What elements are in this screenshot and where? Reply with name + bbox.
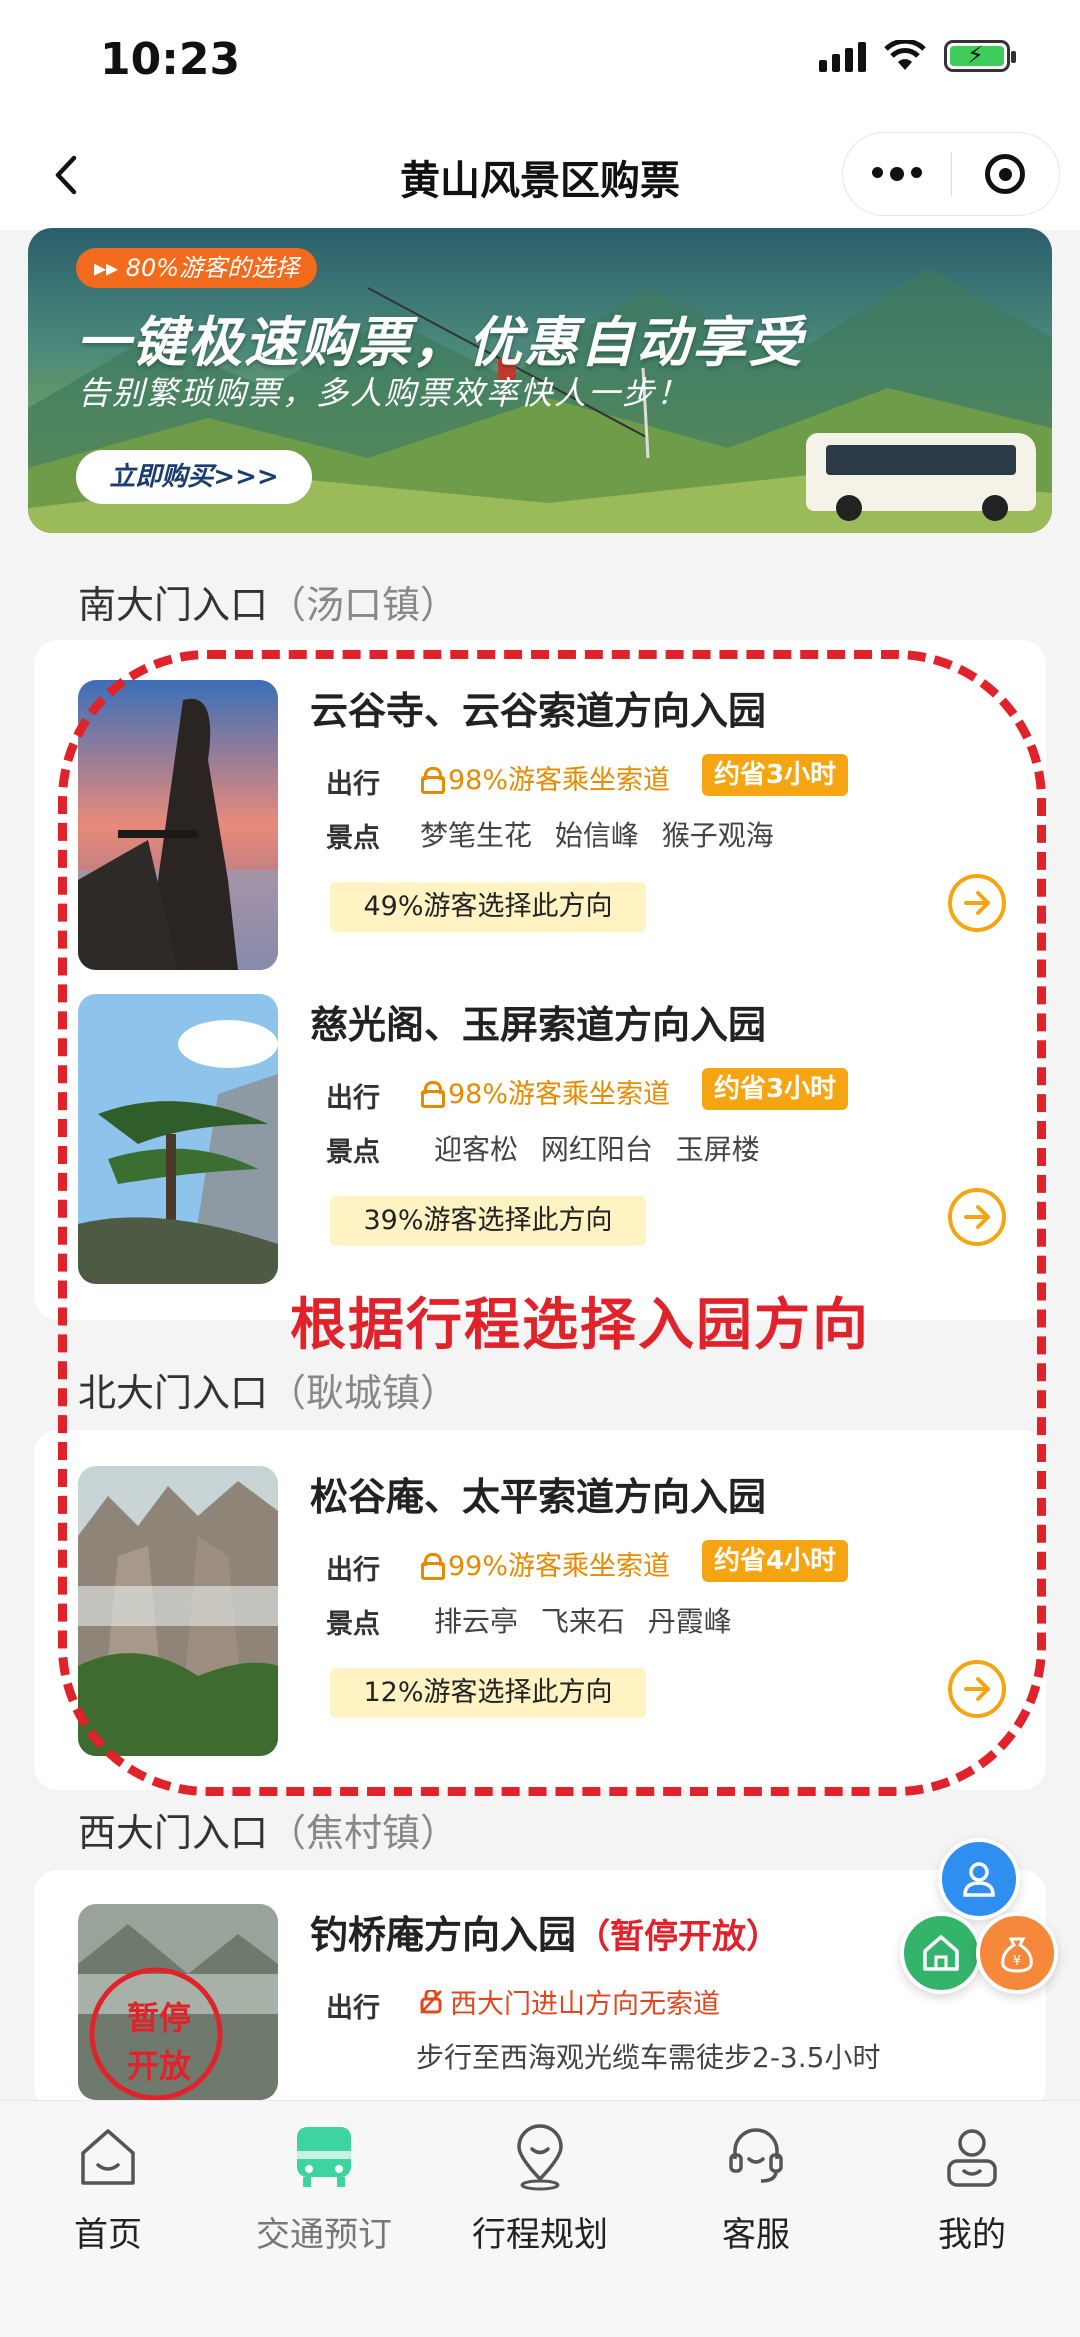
status-icons: ⚡ [819, 40, 1016, 72]
spots-list: 梦笔生花 始信峰 猴子观海 [420, 819, 774, 852]
tab-itinerary[interactable]: 行程规划 [432, 2121, 648, 2256]
travel-label: 出行 [326, 1993, 380, 2024]
close-miniprogram-button[interactable] [951, 132, 1059, 216]
section-town: （耿城镇） [268, 1371, 459, 1415]
svg-text:¥: ¥ [1013, 1954, 1021, 1969]
arrow-right-icon [964, 1205, 990, 1229]
signal-icon [819, 40, 866, 72]
mini-program-capsule [842, 132, 1060, 216]
section-name: 西大门入口 [78, 1811, 269, 1855]
user-icon [947, 2129, 997, 2187]
spots-label: 景点 [326, 823, 380, 854]
home-icon [923, 1935, 959, 1971]
route-thumbnail [78, 994, 278, 1284]
headset-icon [729, 2128, 783, 2183]
route-title: 慈光阁、玉屏索道方向入园 [310, 1003, 767, 1047]
section-name: 南大门入口 [78, 583, 269, 627]
banner-title: 一键极速购票，优惠自动享受 [76, 311, 804, 374]
tab-mine[interactable]: 我的 [864, 2121, 1080, 2256]
cable-car-icon [420, 1080, 445, 1108]
spots-label: 景点 [326, 1609, 380, 1640]
nav-bar: 黄山风景区购票 [0, 120, 1080, 230]
target-icon [985, 154, 1026, 194]
walk-note: 步行至西海观光缆车需徒步2-3.5小时 [416, 2041, 881, 2074]
section-town: （焦村镇） [268, 1811, 459, 1855]
tab-label: 行程规划 [472, 2215, 608, 2255]
more-dots-icon [871, 167, 922, 181]
route-thumbnail [78, 680, 278, 970]
travel-label: 出行 [326, 769, 380, 800]
route-title: 松谷庵、太平索道方向入园 [310, 1475, 767, 1519]
money-bag-icon: ¥ [1001, 1937, 1033, 1973]
travel-label: 出行 [326, 1555, 380, 1586]
buy-now-button[interactable]: 立即购买>>> [76, 450, 312, 504]
route-thumbnail: 暂停开放 [78, 1904, 278, 2100]
route-title: 钓桥庵方向入园（暂停开放） [310, 1913, 781, 1957]
visitor-percent-badge: 49%游客选择此方向 [330, 882, 646, 932]
promo-banner[interactable]: ▸▸ 80%游客的选择 一键极速购票，优惠自动享受 告别繁琐购票，多人购票效率快… [28, 228, 1052, 533]
status-time: 10:23 [100, 34, 241, 85]
time-save-badge: 约省3小时 [702, 1068, 849, 1110]
location-smile-icon [517, 2124, 563, 2191]
coupon-fab[interactable]: ¥ [976, 1912, 1058, 1994]
route-title: 云谷寺、云谷索道方向入园 [310, 689, 767, 733]
more-button[interactable] [843, 132, 951, 216]
arrow-right-icon [964, 891, 990, 915]
section-town: （汤口镇） [268, 583, 459, 627]
cable-info: 98%游客乘坐索道 [420, 1072, 670, 1111]
tab-label: 我的 [938, 2215, 1006, 2255]
section-south-gate: 南大门入口（汤口镇） [78, 574, 458, 629]
tab-home[interactable]: 首页 [0, 2121, 216, 2256]
time-save-badge: 约省3小时 [702, 754, 849, 796]
visitor-percent-badge: 12%游客选择此方向 [330, 1668, 646, 1718]
tab-service[interactable]: 客服 [648, 2121, 864, 2256]
status-bar: 10:23 ⚡ [0, 0, 1080, 120]
home-icon [81, 2129, 135, 2185]
battery-icon: ⚡ [944, 40, 1016, 72]
section-north-gate: 北大门入口（耿城镇） [78, 1362, 458, 1417]
arrow-right-icon [964, 1677, 990, 1701]
bottom-tab-bar: 首页 交通预订 行程规划 客服 我的 [0, 2100, 1080, 2337]
visitor-percent-badge: 39%游客选择此方向 [330, 1196, 646, 1246]
cable-info: 西大门进山方向无索道 [420, 1982, 720, 2021]
tab-label: 首页 [74, 2215, 142, 2255]
spots-list: 迎客松 网红阳台 玉屏楼 [434, 1133, 760, 1166]
go-arrow-button[interactable] [948, 874, 1006, 932]
section-name: 北大门入口 [78, 1371, 269, 1415]
spots-label: 景点 [326, 1137, 380, 1168]
annotation-text: 根据行程选择入园方向 [290, 1293, 870, 1358]
time-save-badge: 约省4小时 [702, 1540, 849, 1582]
tab-label: 交通预订 [256, 2215, 392, 2255]
user-icon [963, 1862, 995, 1897]
tab-transport[interactable]: 交通预订 [216, 2121, 432, 2256]
suspended-stamp: 暂停开放 [126, 1999, 191, 2085]
wifi-icon [884, 40, 926, 70]
cable-car-icon [420, 1552, 445, 1580]
profile-fab[interactable] [938, 1838, 1020, 1920]
cable-info: 98%游客乘坐索道 [420, 758, 670, 797]
section-west-gate: 西大门入口（焦村镇） [78, 1802, 458, 1857]
no-cable-icon [420, 1989, 442, 2014]
bus-icon [297, 2127, 351, 2187]
route-thumbnail [78, 1466, 278, 1756]
banner-subtitle: 告别繁琐购票，多人购票效率快人一步！ [78, 374, 691, 412]
tab-label: 客服 [722, 2215, 790, 2255]
travel-label: 出行 [326, 1083, 380, 1114]
cable-info: 99%游客乘坐索道 [420, 1544, 670, 1583]
cable-car-icon [420, 766, 445, 794]
spots-list: 排云亭 飞来石 丹霞峰 [434, 1605, 732, 1638]
bus-illustration [806, 433, 1036, 521]
go-arrow-button[interactable] [948, 1660, 1006, 1718]
go-arrow-button[interactable] [948, 1188, 1006, 1246]
home-fab[interactable] [900, 1912, 982, 1994]
banner-tag: ▸▸ 80%游客的选择 [76, 248, 318, 288]
suspended-label: （暂停开放） [576, 1917, 781, 1957]
